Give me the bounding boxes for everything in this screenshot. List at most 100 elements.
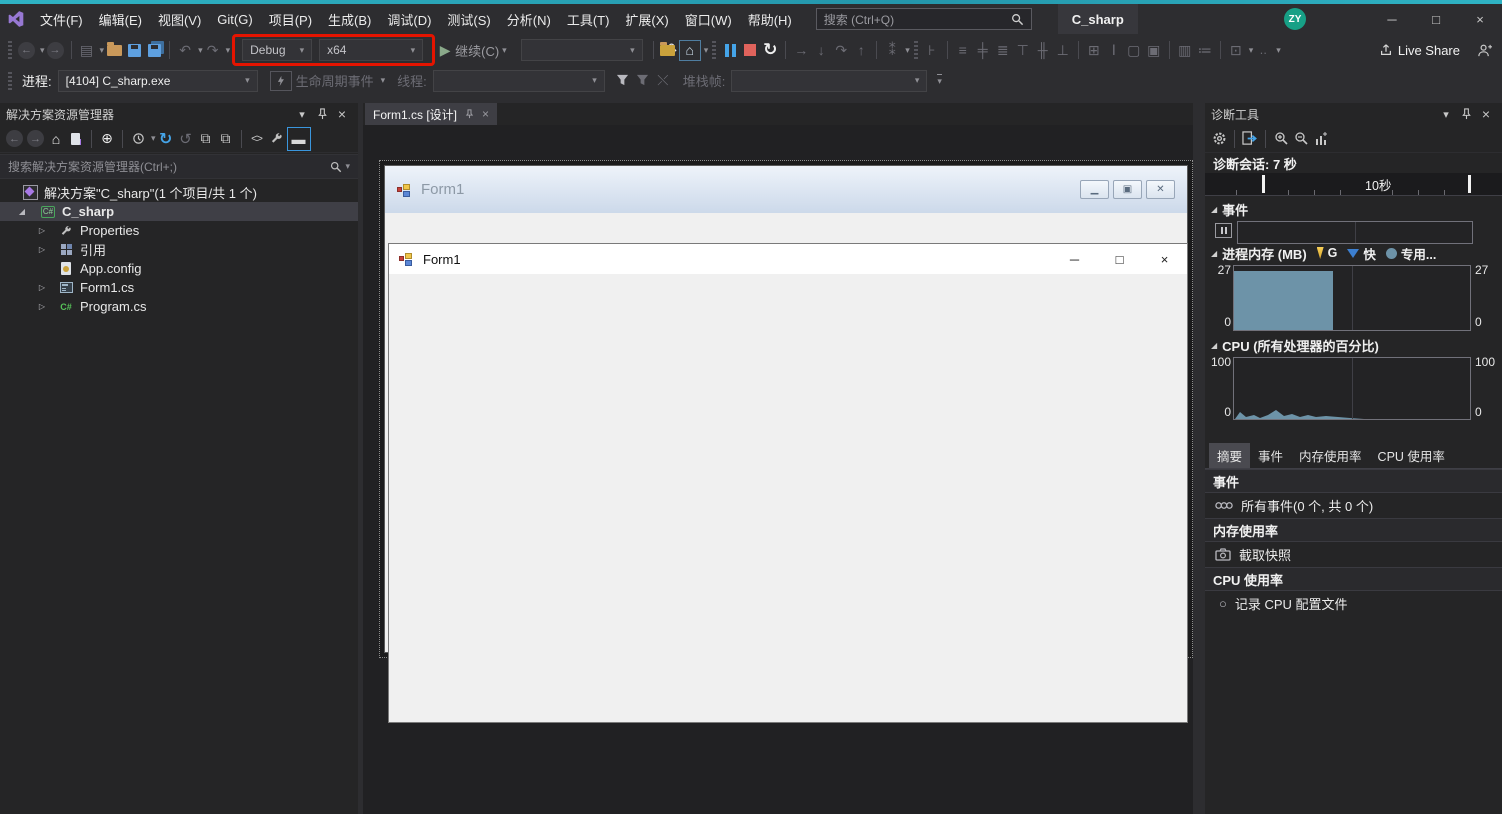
menu-tools[interactable]: 工具(T) xyxy=(559,4,618,34)
pin-icon[interactable] xyxy=(1456,103,1476,125)
menu-edit[interactable]: 编辑(E) xyxy=(91,4,150,34)
overflow-caret[interactable]: ▾ xyxy=(1276,45,1281,56)
redo-icon[interactable]: ↷ xyxy=(203,39,223,61)
redo-dropdown-caret[interactable]: ▾ xyxy=(226,45,231,56)
navigate-forward-icon[interactable]: → xyxy=(47,42,64,59)
search-options-caret[interactable]: ▾ xyxy=(345,161,350,172)
tab-summary[interactable]: 摘要 xyxy=(1209,443,1250,468)
home-dropdown-caret[interactable]: ▾ xyxy=(704,45,709,56)
feedback-person-icon[interactable] xyxy=(1474,39,1494,61)
properties-wrench-icon[interactable] xyxy=(267,128,287,150)
new-project-icon[interactable]: ▤ xyxy=(77,39,97,61)
sync-with-active-document-icon[interactable]: ↻ xyxy=(156,128,176,150)
align-tops-icon[interactable]: ⊤ xyxy=(1013,39,1033,61)
show-next-statement-icon[interactable]: → xyxy=(791,39,811,61)
navigate-back-icon[interactable]: ← xyxy=(18,42,35,59)
settings-gear-icon[interactable] xyxy=(1209,128,1229,150)
toolbar3-overflow-caret[interactable]: ▾ xyxy=(937,74,942,87)
menu-file[interactable]: 文件(F) xyxy=(32,4,91,34)
events-track[interactable] xyxy=(1237,221,1473,244)
toolbar-overflow-icon[interactable]: ‥ xyxy=(1253,39,1273,61)
app-close-button[interactable]: × xyxy=(1142,245,1187,274)
size-to-grid-icon[interactable]: ▣ xyxy=(1144,39,1164,61)
align-middles-icon[interactable]: ╫ xyxy=(1033,39,1053,61)
memory-chart[interactable] xyxy=(1233,265,1471,331)
solution-explorer-header[interactable]: 解决方案资源管理器 ▾ × xyxy=(0,103,358,125)
menu-view[interactable]: 视图(V) xyxy=(150,4,209,34)
expanded-icon[interactable]: ◢ xyxy=(16,207,28,216)
collapsed-icon[interactable]: ▷ xyxy=(36,226,48,235)
show-all-files-icon[interactable]: ⊕ xyxy=(97,128,117,150)
menu-project[interactable]: 项目(P) xyxy=(261,4,320,34)
zoom-out-icon[interactable] xyxy=(1291,128,1311,150)
show-all-events-link[interactable]: 所有事件(0 个, 共 0 个) xyxy=(1205,493,1502,518)
tab-form1-designer[interactable]: Form1.cs [设计] × xyxy=(365,103,497,125)
preview-selected-items-icon[interactable]: ▬ xyxy=(287,127,311,151)
switch-views-icon[interactable] xyxy=(66,128,86,150)
menu-git[interactable]: Git(G) xyxy=(209,4,260,34)
refresh-icon[interactable]: ↺ xyxy=(176,128,196,150)
horizontal-spacing-icon[interactable]: ▥ xyxy=(1175,39,1195,61)
window-minimize-button[interactable]: ─ xyxy=(1370,4,1414,34)
menu-help[interactable]: 帮助(H) xyxy=(740,4,800,34)
align-bottoms-icon[interactable]: ⊥ xyxy=(1053,39,1073,61)
step-into-icon[interactable]: ↓ xyxy=(811,39,831,61)
window-position-caret-icon[interactable]: ▾ xyxy=(292,103,312,125)
zoom-in-icon[interactable] xyxy=(1271,128,1291,150)
tree-row-references[interactable]: ▷ 引用 xyxy=(0,240,358,259)
same-width-icon[interactable]: ⊞ xyxy=(1084,39,1104,61)
cpu-section-header[interactable]: ◢CPU (所有处理器的百分比) xyxy=(1205,336,1385,354)
open-file-icon[interactable] xyxy=(104,39,124,61)
cpu-chart[interactable] xyxy=(1233,357,1471,420)
stack-frame-dropdown[interactable]: ▾ xyxy=(731,70,927,92)
lifecycle-caret[interactable]: ▾ xyxy=(381,75,386,86)
platform-dropdown[interactable]: x64▾ xyxy=(319,39,423,61)
same-height-icon[interactable]: Ⅰ xyxy=(1104,39,1124,61)
se-home-icon[interactable]: ⌂ xyxy=(46,128,66,150)
step-out-icon[interactable]: ↑ xyxy=(851,39,871,61)
pause-debug-icon[interactable] xyxy=(720,39,740,61)
diagnostics-header[interactable]: 诊断工具 ▾ × xyxy=(1205,103,1502,125)
running-app-window[interactable]: Form1 ─ □ × xyxy=(388,243,1188,723)
startup-item-dropdown[interactable]: ▾ xyxy=(521,39,643,61)
align-centers-icon[interactable]: ╪ xyxy=(973,39,993,61)
tree-row-program[interactable]: ▷ C# Program.cs xyxy=(0,297,358,316)
reset-view-chart-icon[interactable] xyxy=(1311,128,1331,150)
solution-home-icon[interactable]: ⌂ xyxy=(679,40,701,61)
tree-row-form1[interactable]: ▷ Form1.cs xyxy=(0,278,358,297)
bring-to-front-icon[interactable]: ⊡ xyxy=(1226,39,1246,61)
thread-dropdown[interactable]: ▾ xyxy=(433,70,605,92)
export-icon[interactable] xyxy=(1240,128,1260,150)
close-icon[interactable]: × xyxy=(332,103,352,125)
menu-debug[interactable]: 调试(D) xyxy=(379,4,439,34)
step-over-icon[interactable]: ↷ xyxy=(831,39,851,61)
toolbar-grip[interactable] xyxy=(8,41,12,59)
pin-icon[interactable] xyxy=(312,103,332,125)
tree-row-solution[interactable]: 解决方案"C_sharp"(1 个项目/共 1 个) xyxy=(0,183,358,202)
search-icon[interactable] xyxy=(330,161,342,173)
properties-pages-copy-icon[interactable]: ⧉ xyxy=(216,128,236,150)
menu-window[interactable]: 窗口(W) xyxy=(677,4,740,34)
tab-events[interactable]: 事件 xyxy=(1250,443,1291,468)
same-size-icon[interactable]: ▢ xyxy=(1124,39,1144,61)
breakpoints-window-icon[interactable]: ⁑ xyxy=(882,39,902,61)
continue-button[interactable]: 继续(C) xyxy=(455,41,499,60)
collapsed-icon[interactable]: ▷ xyxy=(36,283,48,292)
collapsed-icon[interactable]: ▷ xyxy=(36,302,48,311)
filter-flagged-icon[interactable] xyxy=(613,70,633,92)
tree-row-properties[interactable]: ▷ Properties xyxy=(0,221,358,240)
window-close-button[interactable]: × xyxy=(1458,4,1502,34)
live-share-button[interactable]: Live Share xyxy=(1398,43,1460,58)
menu-build[interactable]: 生成(B) xyxy=(320,4,379,34)
app-maximize-button[interactable]: □ xyxy=(1097,245,1142,274)
filter-flagged-dropdown-icon[interactable] xyxy=(633,70,653,92)
close-icon[interactable]: × xyxy=(1476,103,1496,125)
align-lefts-icon[interactable]: ≡ xyxy=(953,39,973,61)
align-to-grid-icon[interactable]: ⊦ xyxy=(922,39,942,61)
restart-debug-icon[interactable]: ↻ xyxy=(760,39,780,61)
solution-search-input[interactable]: 搜索解决方案资源管理器(Ctrl+;) ▾ xyxy=(0,154,358,179)
collapsed-icon[interactable]: ▷ xyxy=(36,245,48,254)
undo-icon[interactable]: ↶ xyxy=(175,39,195,61)
record-cpu-profile-link[interactable]: ○ 记录 CPU 配置文件 xyxy=(1205,591,1502,616)
account-avatar[interactable]: ZY xyxy=(1284,8,1306,30)
